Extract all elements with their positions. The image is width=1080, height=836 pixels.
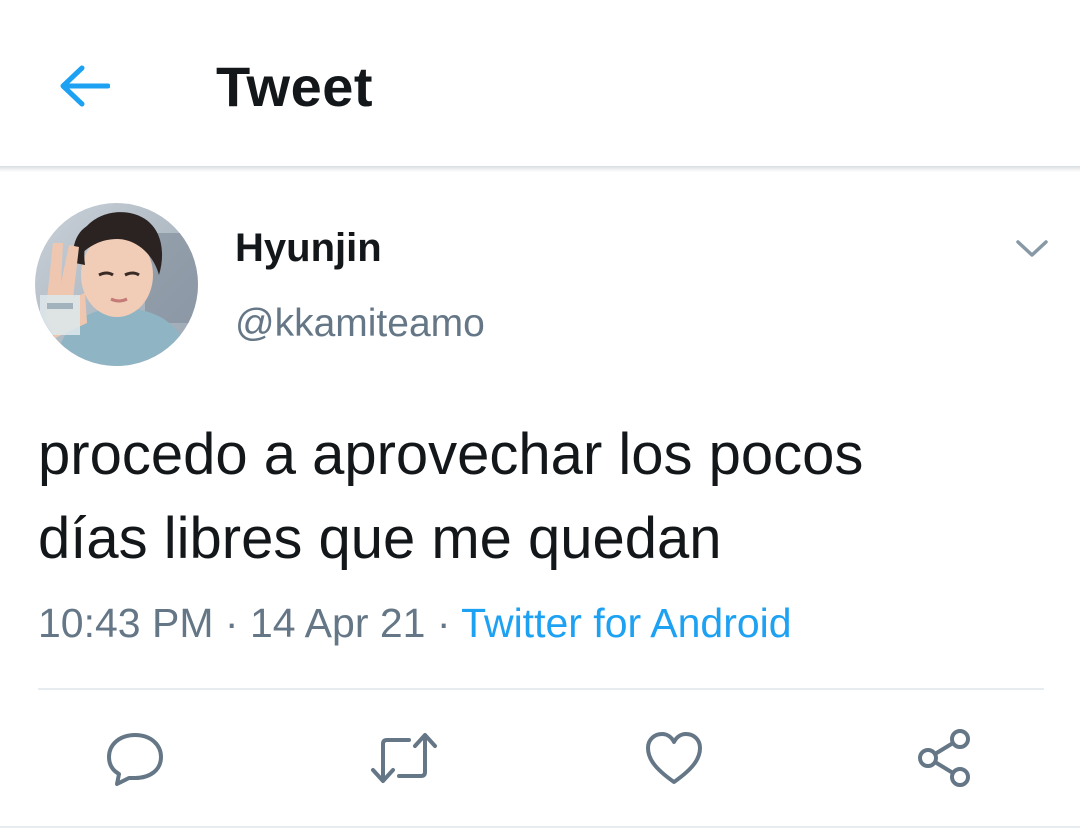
tweet-time[interactable]: 10:43 PM	[38, 600, 214, 646]
retweet-icon	[371, 733, 437, 783]
page-title: Tweet	[216, 55, 374, 118]
like-button[interactable]	[638, 722, 710, 794]
more-options-button[interactable]	[1008, 228, 1056, 270]
meta-separator: ·	[213, 600, 250, 646]
share-icon	[918, 729, 970, 787]
author-display-name[interactable]: Hyunjin	[235, 226, 382, 271]
heart-icon	[646, 732, 702, 784]
user-avatar-image	[35, 203, 198, 366]
tweet-text: procedo a aprovechar los pocos días libr…	[38, 413, 1048, 581]
meta-separator: ·	[425, 600, 462, 646]
bottom-divider	[0, 826, 1080, 828]
share-button[interactable]	[908, 722, 980, 794]
reply-button[interactable]	[99, 722, 171, 794]
chevron-down-icon	[1016, 240, 1048, 257]
back-button[interactable]	[52, 56, 116, 116]
tweet-text-line: procedo a aprovechar los pocos	[38, 422, 864, 487]
actions-divider	[38, 688, 1044, 690]
header-divider	[0, 166, 1080, 172]
avatar[interactable]	[35, 203, 198, 366]
author-handle[interactable]: @kkamiteamo	[235, 302, 485, 346]
tweet-text-line: días libres que me quedan	[38, 506, 722, 571]
tweet-date[interactable]: 14 Apr 21	[250, 600, 426, 646]
tweet-metadata: 10:43 PM · 14 Apr 21 · Twitter for Andro…	[38, 600, 792, 647]
retweet-button[interactable]	[368, 722, 440, 794]
arrow-left-icon	[60, 65, 110, 107]
tweet-source-link[interactable]: Twitter for Android	[461, 600, 791, 646]
reply-icon	[107, 733, 163, 786]
app-header: Tweet	[0, 0, 1080, 168]
